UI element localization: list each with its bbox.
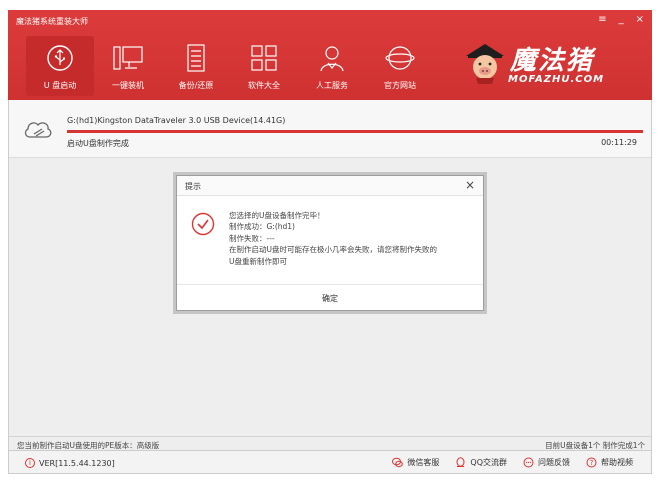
menu-button[interactable]: ≡ <box>598 15 606 25</box>
app-title: 魔法猪系统重装大师 <box>16 17 88 26</box>
app-window: 魔法猪系统重装大师 ≡ _ × U 盘启动 一键装机 备份/还原 软件大全 人工… <box>0 0 660 485</box>
dialog-line: 制作成功：G:(hd1) <box>229 222 295 232</box>
nav-item-website[interactable]: 官方网站 <box>366 36 434 96</box>
cloud-usb-icon <box>24 122 52 138</box>
qq-group-link[interactable]: QQ交流群 <box>455 457 507 468</box>
pig-mascot-icon <box>466 44 504 84</box>
nav-item-usb-boot[interactable]: U 盘启动 <box>26 36 94 96</box>
dialog-message: 您选择的U盘设备制作完毕！ 制作成功：G:(hd1) 制作失败：--- 在制作启… <box>229 210 469 267</box>
info-icon: i <box>25 458 35 468</box>
link-label: QQ交流群 <box>470 458 507 467</box>
dialog-line: 您选择的U盘设备制作完毕！ <box>229 211 325 220</box>
feedback-link[interactable]: 问题反馈 <box>523 457 570 468</box>
window-controls: ≡ _ × <box>598 15 644 25</box>
nav-item-backup-restore[interactable]: 备份/还原 <box>162 36 230 96</box>
brand-logo: 魔法猪 MOFAZHU.COM <box>462 40 632 85</box>
help-video-link[interactable]: ? 帮助视频 <box>586 457 633 468</box>
grid-icon <box>251 45 277 71</box>
nav-label: 官方网站 <box>384 81 416 90</box>
feedback-icon <box>523 457 534 468</box>
dialog-title: 提示 <box>185 182 201 191</box>
device-row: G:(hd1)Kingston DataTraveler 3.0 USB Dev… <box>9 100 651 158</box>
document-icon <box>187 44 205 72</box>
minimize-button[interactable]: _ <box>619 15 624 25</box>
nav-item-service[interactable]: 人工服务 <box>298 36 366 96</box>
qq-icon <box>456 457 465 467</box>
support-links: 微信客服 QQ交流群 问题反馈 ? 帮助视频 <box>392 457 633 468</box>
completion-dialog: 提示 × 您选择的U盘设备制作完毕！ 制作成功：G:(hd1) 制作失败：---… <box>176 175 484 311</box>
device-name: G:(hd1)Kingston DataTraveler 3.0 USB Dev… <box>67 116 286 125</box>
nav-label: 一键装机 <box>112 81 144 90</box>
link-label: 问题反馈 <box>538 458 570 467</box>
svg-text:?: ? <box>590 459 594 467</box>
dialog-line: 在制作启动U盘时可能存在极小几率会失败，请您将制作失败的 <box>229 245 437 255</box>
nav-label: 软件大全 <box>248 81 280 90</box>
success-check-icon <box>191 212 215 236</box>
dialog-line: 制作失败：--- <box>229 233 275 243</box>
brand-name-en: MOFAZHU.COM <box>508 74 605 85</box>
nav-label: 备份/还原 <box>178 81 214 90</box>
device-status: 启动U盘制作完成 <box>67 139 129 148</box>
main-nav: U 盘启动 一键装机 备份/还原 软件大全 人工服务 官方网站 <box>26 36 434 96</box>
version-info: i VER[11.5.44.1230] <box>25 458 115 468</box>
help-icon: ? <box>586 457 597 468</box>
dialog-line: U盘重新制作即可 <box>229 256 287 266</box>
version-text: VER[11.5.44.1230] <box>39 458 115 468</box>
nav-item-software[interactable]: 软件大全 <box>230 36 298 96</box>
link-label: 帮助视频 <box>601 458 633 467</box>
wechat-icon <box>392 457 404 468</box>
dialog-footer: 确定 <box>177 284 483 310</box>
brand-name-cn: 魔法猪 <box>510 46 595 76</box>
info-bar: 您当前制作启动U盘使用的PE版本：高级版 目前U盘设备1个 制作完成1个 <box>8 436 652 450</box>
computer-icon <box>113 46 143 70</box>
header: 魔法猪系统重装大师 ≡ _ × U 盘启动 一键装机 备份/还原 软件大全 人工… <box>8 10 652 100</box>
dialog-header: 提示 × <box>177 176 483 196</box>
nav-item-one-click-install[interactable]: 一键装机 <box>94 36 162 96</box>
progress-bar <box>67 130 643 133</box>
nav-label: U 盘启动 <box>43 81 77 90</box>
nav-label: 人工服务 <box>316 81 348 90</box>
elapsed-time: 00:11:29 <box>601 138 637 147</box>
status-bar: i VER[11.5.44.1230] 微信客服 QQ交流群 问题反馈 ? 帮助… <box>8 450 652 474</box>
globe-icon <box>385 46 415 70</box>
person-icon <box>320 46 344 72</box>
link-label: 微信客服 <box>407 458 440 467</box>
progress-fill <box>67 130 643 133</box>
usb-icon <box>47 45 73 71</box>
close-button[interactable]: × <box>636 15 644 25</box>
dialog-close-button[interactable]: × <box>465 178 475 192</box>
ok-button[interactable]: 确定 <box>177 293 483 304</box>
wechat-support-link[interactable]: 微信客服 <box>392 457 439 468</box>
